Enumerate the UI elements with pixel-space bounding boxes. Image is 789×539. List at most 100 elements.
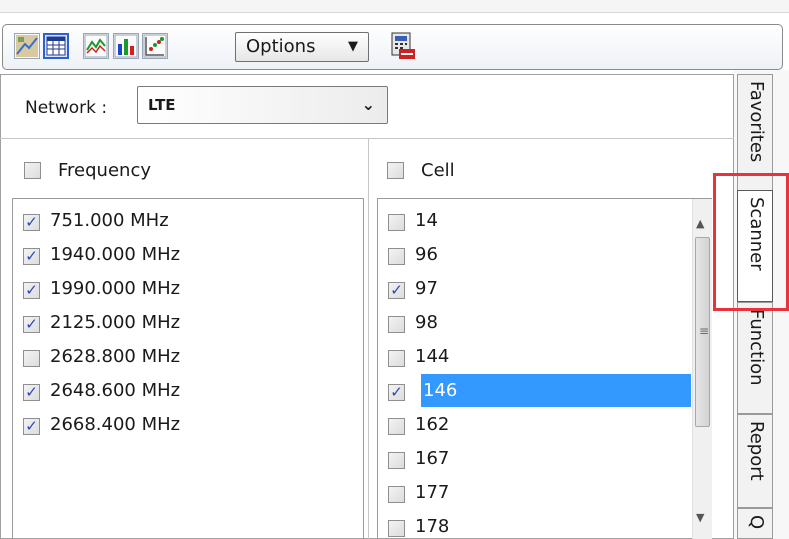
frequency-row-label: 2668.400 MHz: [50, 414, 181, 435]
network-select-value: LTE: [148, 96, 176, 114]
cell-row[interactable]: ✓ 97: [378, 272, 711, 306]
line-graph-button[interactable]: [83, 33, 109, 59]
cell-row-checkbox[interactable]: [388, 214, 405, 231]
frequency-row-checkbox[interactable]: ✓: [23, 418, 40, 435]
divider: [0, 138, 734, 139]
cell-row[interactable]: 167: [378, 442, 711, 476]
map-icon: [16, 35, 38, 57]
grip-icon: ≡: [699, 324, 710, 338]
scatter-plot-button[interactable]: [142, 33, 168, 59]
tab-q[interactable]: Q: [737, 508, 773, 539]
tab-q-label: Q: [746, 515, 767, 530]
cell-row-checkbox[interactable]: [388, 248, 405, 265]
cell-row-label: 96: [415, 244, 438, 265]
frequency-row[interactable]: ✓ 2668.400 MHz: [13, 408, 363, 442]
frequency-row[interactable]: ✓ 1990.000 MHz: [13, 272, 363, 306]
cell-row[interactable]: 98: [378, 306, 711, 340]
cell-row-label: 162: [415, 414, 450, 435]
frequency-row[interactable]: ✓ 751.000 MHz: [13, 204, 363, 238]
checkmark-icon: ✓: [390, 281, 403, 299]
line-graph-icon: [84, 34, 108, 58]
checkmark-icon: ✓: [25, 247, 38, 265]
checkmark-icon: ✓: [25, 383, 38, 401]
scatter-plot-icon: [143, 34, 167, 58]
cell-row-label: 167: [415, 448, 450, 469]
cell-row-checkbox[interactable]: ✓: [388, 384, 405, 401]
frequency-select-all-checkbox[interactable]: [24, 162, 41, 179]
network-select[interactable]: LTE ⌄: [137, 86, 388, 124]
map-view-button[interactable]: [14, 33, 40, 59]
scrollbar-thumb[interactable]: ≡: [695, 237, 710, 427]
cell-select-all-checkbox[interactable]: [387, 162, 404, 179]
cell-row-checkbox[interactable]: [388, 316, 405, 333]
tab-report-label: Report: [746, 421, 767, 481]
cell-list: 14 96 ✓ 97 98 144 ✓ 146 162 167 177 178: [377, 198, 712, 539]
tab-function[interactable]: Function: [737, 302, 773, 414]
highlight-box: [713, 173, 789, 311]
tab-report[interactable]: Report: [737, 414, 773, 508]
cell-row-label: 178: [415, 516, 450, 537]
frequency-row-checkbox[interactable]: ✓: [23, 248, 40, 265]
cell-row-label: 144: [415, 346, 450, 367]
tab-function-label: Function: [746, 309, 767, 386]
frequency-row[interactable]: ✓ 1940.000 MHz: [13, 238, 363, 272]
export-calculator-icon: [391, 32, 415, 59]
column-divider: [368, 138, 369, 539]
options-label: Options: [246, 36, 316, 57]
frequency-header: Frequency: [58, 160, 151, 181]
frequency-row[interactable]: 2628.800 MHz: [13, 340, 363, 374]
checkmark-icon: ✓: [25, 213, 38, 231]
frequency-row-label: 1990.000 MHz: [50, 278, 181, 299]
cell-row-checkbox[interactable]: [388, 486, 405, 503]
frequency-row[interactable]: ✓ 2648.600 MHz: [13, 374, 363, 408]
frequency-row-checkbox[interactable]: [23, 350, 40, 367]
export-button[interactable]: [389, 31, 417, 61]
cell-row-label: 177: [415, 482, 450, 503]
frequency-row-label: 2628.800 MHz: [50, 346, 181, 367]
caret-down-icon: ▼: [348, 39, 358, 54]
grid-table-icon: [46, 36, 66, 56]
frequency-row-label: 1940.000 MHz: [50, 244, 181, 265]
frequency-row-checkbox[interactable]: ✓: [23, 384, 40, 401]
network-label: Network :: [25, 98, 108, 118]
scroll-down-arrow-icon[interactable]: ▼: [696, 511, 704, 524]
frequency-row[interactable]: ✓ 2125.000 MHz: [13, 306, 363, 340]
chevron-down-icon: ⌄: [361, 95, 375, 114]
frequency-row-checkbox[interactable]: ✓: [23, 282, 40, 299]
cell-row[interactable]: 14: [378, 204, 711, 238]
bar-chart-button[interactable]: [113, 33, 139, 59]
options-dropdown-button[interactable]: Options ▼: [235, 32, 369, 62]
checkmark-icon: ✓: [390, 383, 403, 401]
cell-row[interactable]: 162: [378, 408, 711, 442]
cell-row-checkbox[interactable]: [388, 350, 405, 367]
cell-row-label: 146: [421, 374, 691, 407]
checkmark-icon: ✓: [25, 417, 38, 435]
cell-row-label: 14: [415, 210, 438, 231]
cell-row[interactable]: 96: [378, 238, 711, 272]
scroll-up-arrow-icon[interactable]: ▲: [696, 217, 704, 230]
grid-view-button[interactable]: [43, 33, 69, 59]
window-top-strip: [0, 0, 789, 13]
bar-chart-icon: [114, 34, 138, 58]
checkmark-icon: ✓: [25, 281, 38, 299]
cell-row-checkbox[interactable]: [388, 520, 405, 537]
tab-favorites-label: Favorites: [746, 81, 767, 163]
cell-row-checkbox[interactable]: [388, 452, 405, 469]
cell-row-checkbox[interactable]: ✓: [388, 282, 405, 299]
cell-row[interactable]: ✓ 146: [378, 374, 711, 408]
frequency-row-label: 2125.000 MHz: [50, 312, 181, 333]
frequency-list: ✓ 751.000 MHz ✓ 1940.000 MHz ✓ 1990.000 MHz ✓ 2…: [12, 198, 364, 539]
cell-row-label: 97: [415, 278, 438, 299]
checkmark-icon: ✓: [25, 315, 38, 333]
cell-row-label: 98: [415, 312, 438, 333]
cell-row[interactable]: 178: [378, 510, 711, 539]
frequency-row-label: 2648.600 MHz: [50, 380, 181, 401]
cell-row[interactable]: 177: [378, 476, 711, 510]
frequency-row-checkbox[interactable]: ✓: [23, 214, 40, 231]
cell-row[interactable]: 144: [378, 340, 711, 374]
cell-list-scrollbar[interactable]: ▲ ≡ ▼: [692, 199, 712, 539]
frequency-row-checkbox[interactable]: ✓: [23, 316, 40, 333]
cell-row-checkbox[interactable]: [388, 418, 405, 435]
frequency-row-label: 751.000 MHz: [50, 210, 169, 231]
toolbar: Options ▼: [2, 24, 783, 70]
